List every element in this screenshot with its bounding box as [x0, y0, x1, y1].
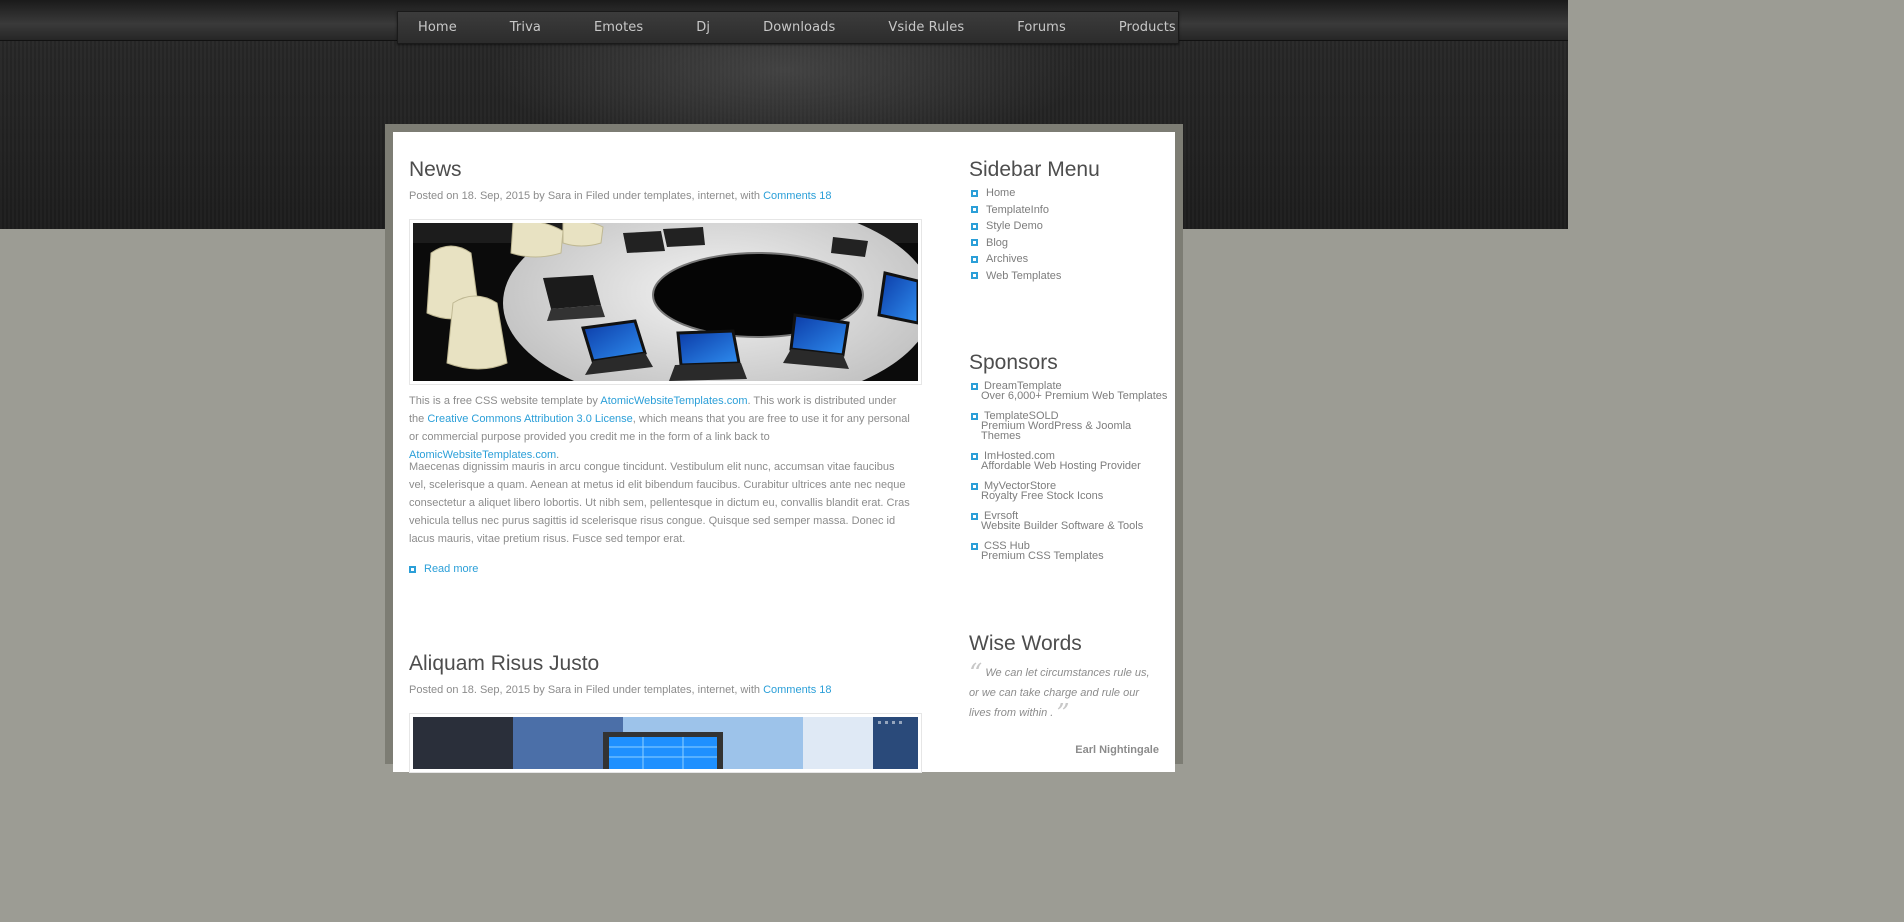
nav-emotes[interactable]: Emotes — [594, 20, 643, 35]
quote: “ We can let circumstances rule us, or w… — [969, 661, 1159, 727]
sidebar-item-style-demo[interactable]: Style Demo — [971, 218, 1061, 235]
post-paragraph-1: This is a free CSS website template by A… — [409, 392, 914, 464]
atomic-templates-link[interactable]: AtomicWebsiteTemplates.com — [600, 395, 747, 407]
open-quote-icon: “ — [969, 659, 983, 689]
nav-products[interactable]: Products — [1119, 20, 1176, 35]
sponsor-item[interactable]: TemplateSOLD Premium WordPress & Joomla T… — [971, 411, 1167, 442]
sidebar-item-home[interactable]: Home — [971, 185, 1061, 202]
sponsor-item[interactable]: ImHosted.com Affordable Web Hosting Provi… — [971, 451, 1167, 472]
sponsors-title: Sponsors — [969, 351, 1058, 374]
sponsor-desc: Affordable Web Hosting Provider — [981, 460, 1141, 472]
post-meta: Posted on 18. Sep, 2015 by Sara in Filed… — [409, 190, 832, 202]
read-more[interactable]: Read more — [409, 563, 478, 575]
post-title[interactable]: News — [409, 158, 462, 182]
bullet-icon — [971, 206, 978, 214]
sidebar-item-archives[interactable]: Archives — [971, 251, 1061, 268]
bullet-icon — [971, 272, 978, 280]
sidebar-item-templateinfo[interactable]: TemplateInfo — [971, 202, 1061, 219]
sponsor-desc: Royalty Free Stock Icons — [981, 490, 1104, 502]
p1-text-a: This is a free CSS website template by — [409, 395, 598, 407]
sidebar-item-label: Home — [986, 187, 1016, 200]
sidebar-item-web-templates[interactable]: Web Templates — [971, 268, 1061, 285]
post-meta-text: Posted on 18. Sep, 2015 by Sara in Filed… — [409, 190, 760, 202]
post-image-2[interactable] — [413, 717, 918, 769]
nav-downloads[interactable]: Downloads — [763, 20, 835, 35]
bullet-icon — [971, 189, 978, 197]
bullet-icon — [971, 452, 978, 460]
creative-commons-link[interactable]: Creative Commons Attribution 3.0 License — [427, 413, 632, 425]
sidebar-menu-title: Sidebar Menu — [969, 158, 1100, 181]
sponsor-item[interactable]: Evrsoft Website Builder Software & Tools — [971, 511, 1167, 532]
bullet-icon — [971, 239, 978, 247]
sidebar-item-blog[interactable]: Blog — [971, 235, 1061, 252]
post-image-frame — [409, 219, 922, 385]
post-title-2[interactable]: Aliquam Risus Justo — [409, 652, 599, 676]
comments-link[interactable]: Comments 18 — [763, 190, 831, 202]
office-illustration — [413, 717, 918, 769]
post-image-frame-2 — [409, 713, 922, 773]
post-image[interactable] — [413, 223, 918, 381]
sponsor-item[interactable]: CSS Hub Premium CSS Templates — [971, 541, 1167, 562]
post-meta-2: Posted on 18. Sep, 2015 by Sara in Filed… — [409, 684, 832, 696]
sidebar-item-label: Web Templates — [986, 269, 1062, 282]
sponsor-desc: Website Builder Software & Tools — [981, 520, 1144, 532]
comments-link-2[interactable]: Comments 18 — [763, 684, 831, 696]
bullet-icon — [971, 382, 978, 390]
read-more-link[interactable]: Read more — [424, 563, 478, 575]
sponsor-desc: Premium WordPress & Joomla Themes — [981, 420, 1132, 442]
close-quote-icon: ” — [1056, 699, 1070, 729]
nav-vside-rules[interactable]: Vside Rules — [888, 20, 964, 35]
sidebar-item-label: Style Demo — [986, 220, 1043, 233]
wise-words-title: Wise Words — [969, 632, 1082, 655]
sidebar-menu: Home TemplateInfo Style Demo Blog Archiv… — [971, 185, 1061, 284]
conference-table-illustration — [413, 223, 918, 381]
sponsor-desc: Premium CSS Templates — [981, 550, 1104, 562]
sponsors-list: DreamTemplate Over 6,000+ Premium Web Tem… — [971, 381, 1167, 571]
post-paragraph-2: Maecenas dignissim mauris in arcu congue… — [409, 461, 910, 545]
bullet-icon — [971, 482, 978, 490]
post-meta-text-2: Posted on 18. Sep, 2015 by Sara in Filed… — [409, 684, 760, 696]
main-nav: Home Triva Emotes Dj Downloads Vside Rul… — [397, 11, 1179, 44]
quote-author: Earl Nightingale — [1075, 744, 1159, 756]
nav-forums[interactable]: Forums — [1017, 20, 1066, 35]
sponsor-desc: Over 6,000+ Premium Web Templates — [981, 390, 1168, 402]
bullet-icon — [971, 512, 978, 520]
bullet-icon — [971, 222, 978, 230]
nav-dj[interactable]: Dj — [696, 20, 710, 35]
sidebar-item-label: Blog — [986, 236, 1009, 249]
sponsor-item[interactable]: DreamTemplate Over 6,000+ Premium Web Tem… — [971, 381, 1168, 402]
bullet-icon — [409, 565, 416, 573]
nav-home[interactable]: Home — [418, 20, 457, 35]
bullet-icon — [971, 412, 978, 420]
sponsor-item[interactable]: MyVectorStore Royalty Free Stock Icons — [971, 481, 1167, 502]
sidebar-item-label: Archives — [986, 253, 1029, 266]
bullet-icon — [971, 542, 978, 550]
nav-triva[interactable]: Triva — [510, 20, 541, 35]
sidebar-item-label: TemplateInfo — [986, 203, 1049, 216]
bullet-icon — [971, 255, 978, 263]
